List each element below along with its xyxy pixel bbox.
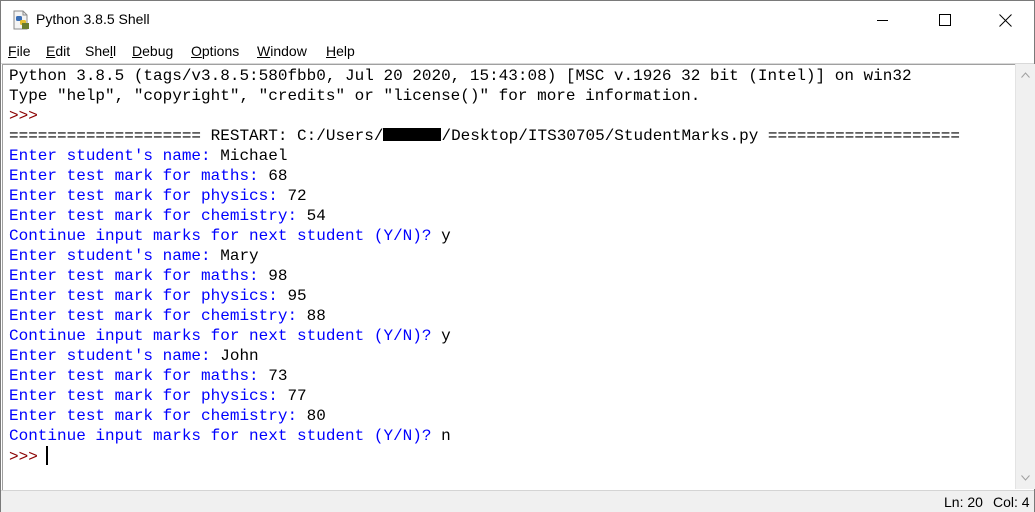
column-number: Col: 4	[993, 494, 1030, 510]
io-line: Enter test mark for maths: 73	[9, 366, 287, 386]
menu-help-mnemonic: H	[326, 43, 337, 59]
io-line: Enter test mark for physics: 77	[9, 386, 307, 406]
io-line: Enter student's name: Mary	[9, 246, 259, 266]
menu-window[interactable]: Window	[257, 43, 307, 59]
io-line: Continue input marks for next student (Y…	[9, 426, 451, 446]
output-text: Continue input marks for next student (Y…	[9, 327, 442, 345]
vertical-scrollbar[interactable]	[1015, 64, 1035, 489]
input-text: Michael	[220, 147, 288, 165]
output-text: Enter student's name:	[9, 147, 221, 165]
shell-prompt: >>>	[9, 448, 38, 466]
window-title: Python 3.8.5 Shell	[36, 11, 150, 27]
chevron-down-icon	[1021, 474, 1030, 481]
status-bar: Ln: 20 Col: 4	[1, 490, 1034, 512]
menu-edit-rest: dit	[55, 43, 71, 59]
scroll-down-button[interactable]	[1016, 469, 1035, 486]
input-text: 95	[287, 287, 307, 305]
io-line: Enter test mark for maths: 98	[9, 266, 287, 286]
maximize-button[interactable]	[916, 1, 974, 39]
menu-debug-rest: ebug	[142, 43, 174, 59]
menu-options[interactable]: Options	[191, 43, 239, 59]
line-number: Ln: 20	[944, 494, 983, 510]
shell-prompt: >>>	[9, 107, 38, 125]
output-text: Enter test mark for maths:	[9, 167, 269, 185]
output-text: Enter test mark for physics:	[9, 187, 288, 205]
io-line: Enter test mark for maths: 68	[9, 166, 287, 186]
io-line: Enter student's name: Michael	[9, 146, 287, 166]
output-text: Enter test mark for physics:	[9, 387, 288, 405]
input-text: y	[441, 327, 451, 345]
input-text: n	[441, 427, 451, 445]
output-text: Enter student's name:	[9, 347, 221, 365]
chevron-up-icon	[1021, 71, 1030, 78]
title-bar[interactable]: Python 3.8.5 Shell	[1, 1, 1034, 39]
input-text: 68	[268, 167, 288, 185]
io-line: Enter test mark for physics: 72	[9, 186, 307, 206]
active-prompt-line[interactable]: >>>	[9, 446, 48, 466]
io-line: Enter test mark for physics: 95	[9, 286, 307, 306]
minimize-button[interactable]	[854, 1, 912, 39]
menu-shell-pre: She	[85, 43, 110, 59]
input-text: y	[441, 227, 451, 245]
banner-line-1: Python 3.8.5 (tags/v3.8.5:580fbb0, Jul 2…	[9, 67, 912, 85]
input-text: 77	[287, 387, 307, 405]
menu-file[interactable]: File	[8, 43, 31, 59]
restart-line: ==================== RESTART: C:/Users/ /…	[9, 126, 960, 146]
close-icon	[998, 13, 1012, 27]
output-text: Enter test mark for maths:	[9, 267, 269, 285]
input-text: 73	[268, 367, 288, 385]
scroll-up-button[interactable]	[1016, 66, 1035, 83]
io-line: Enter test mark for chemistry: 54	[9, 206, 326, 226]
python-idle-icon	[13, 10, 29, 30]
input-text: John	[220, 347, 259, 365]
redacted-username	[383, 128, 442, 141]
menu-shell-rest: l	[113, 43, 117, 59]
menu-options-mnemonic: O	[191, 43, 202, 59]
close-button[interactable]	[976, 1, 1034, 39]
io-line: Enter test mark for chemistry: 80	[9, 406, 326, 426]
io-line: Enter test mark for chemistry: 88	[9, 306, 326, 326]
idle-shell-window: Python 3.8.5 Shell File Edit Shell Debug…	[0, 0, 1035, 512]
menu-file-mnemonic: F	[8, 43, 17, 59]
menu-help[interactable]: Help	[326, 43, 355, 59]
menu-debug-mnemonic: D	[132, 43, 143, 59]
output-text: Enter test mark for physics:	[9, 287, 288, 305]
menu-edit[interactable]: Edit	[46, 43, 70, 59]
maximize-icon	[939, 14, 951, 26]
input-text: Mary	[220, 247, 259, 265]
io-line: Continue input marks for next student (Y…	[9, 226, 451, 246]
io-line: Enter student's name: John	[9, 346, 259, 366]
menu-debug[interactable]: Debug	[132, 43, 173, 59]
input-text: 88	[306, 307, 326, 325]
banner-line-2: Type "help", "copyright", "credits" or "…	[9, 87, 701, 105]
restart-suffix: /Desktop/ITS30705/StudentMarks.py ======…	[441, 127, 960, 145]
output-text: Continue input marks for next student (Y…	[9, 227, 442, 245]
menu-file-rest: ile	[16, 43, 31, 59]
output-text: Enter student's name:	[9, 247, 221, 265]
input-text: 72	[287, 187, 307, 205]
output-text: Enter test mark for chemistry:	[9, 407, 307, 425]
menu-options-rest: ptions	[201, 43, 240, 59]
output-text: Enter test mark for chemistry:	[9, 207, 307, 225]
input-text: 80	[306, 407, 326, 425]
menu-help-rest: elp	[336, 43, 355, 59]
input-text: 54	[306, 207, 326, 225]
output-text: Continue input marks for next student (Y…	[9, 427, 442, 445]
restart-prefix: ==================== RESTART: C:/Users/	[9, 127, 384, 145]
output-text: Enter test mark for chemistry:	[9, 307, 307, 325]
menu-edit-mnemonic: E	[46, 43, 56, 59]
menu-shell[interactable]: Shell	[85, 43, 116, 59]
menu-bar: File Edit Shell Debug Options Window Hel…	[1, 39, 1034, 64]
output-text: Enter test mark for maths:	[9, 367, 269, 385]
io-line: Continue input marks for next student (Y…	[9, 326, 451, 346]
shell-text-area[interactable]: Python 3.8.5 (tags/v3.8.5:580fbb0, Jul 2…	[2, 64, 1015, 490]
minimize-icon	[877, 20, 888, 21]
menu-window-rest: indow	[270, 43, 307, 59]
menu-window-mnemonic: W	[257, 43, 271, 59]
text-cursor	[45, 446, 48, 465]
input-text: 98	[268, 267, 288, 285]
